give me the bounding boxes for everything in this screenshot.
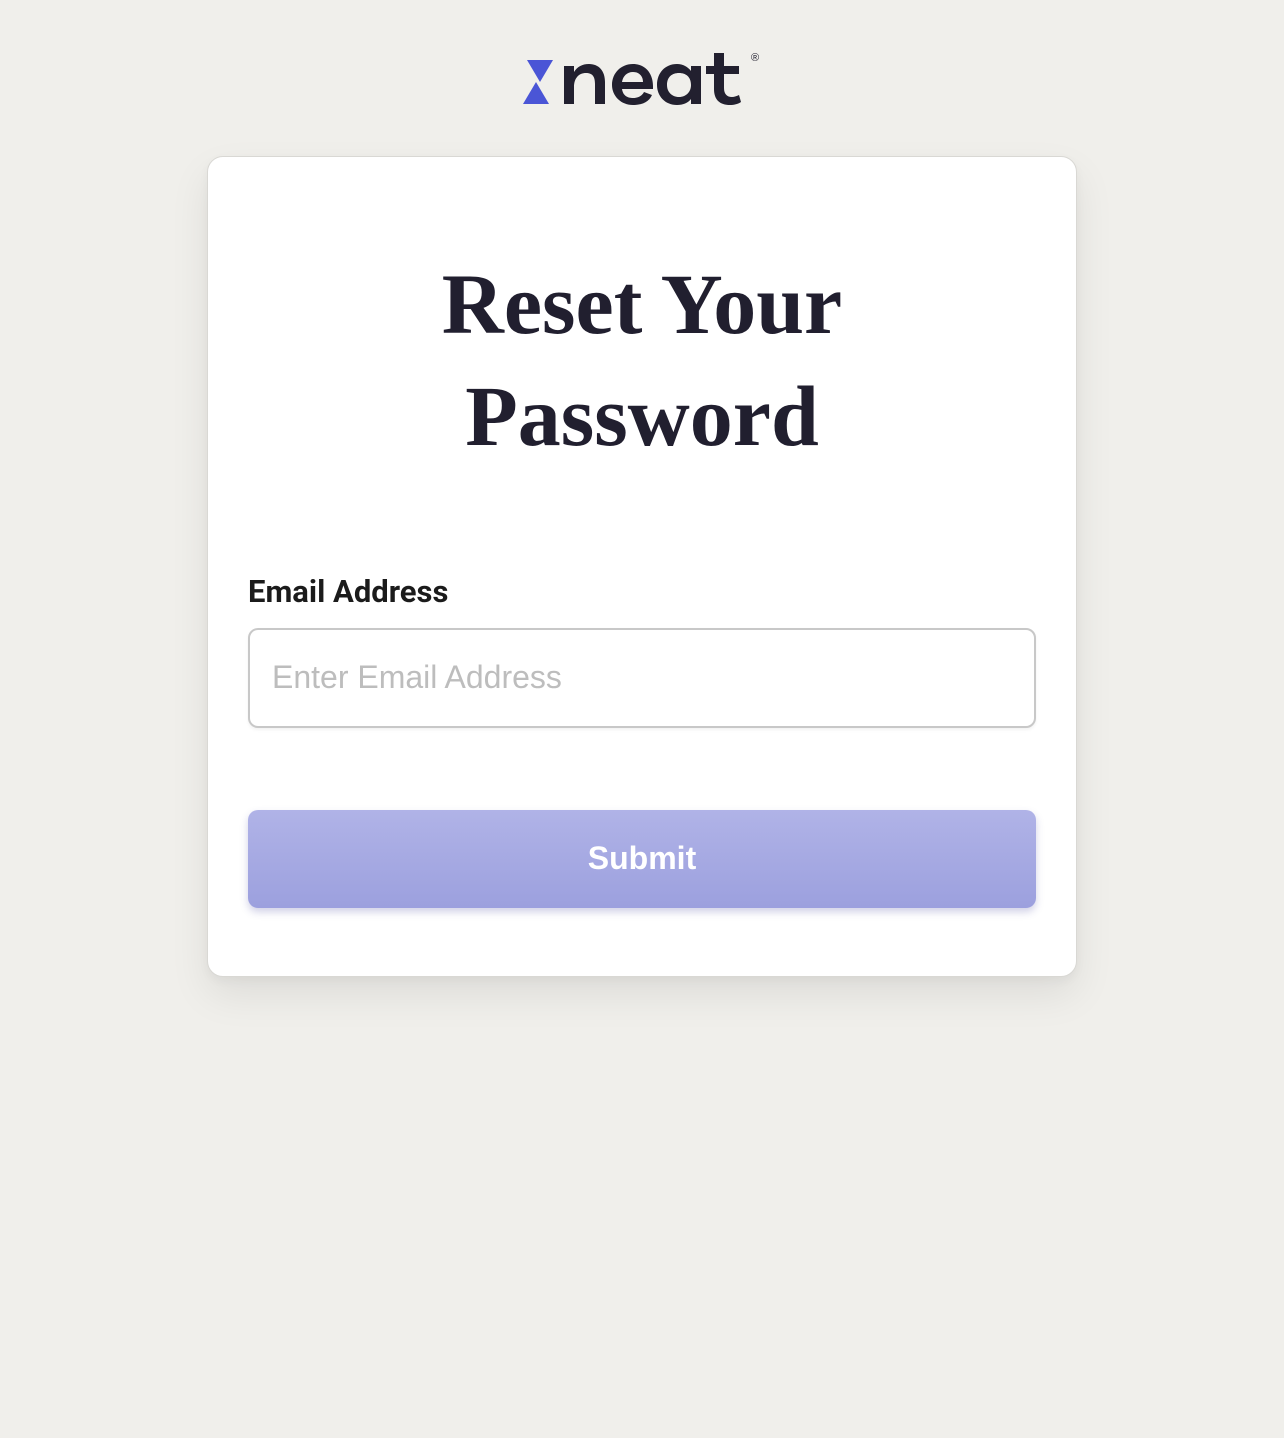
- submit-button[interactable]: Submit: [248, 810, 1036, 908]
- email-field-group: Email Address Submit: [248, 573, 1036, 908]
- reset-password-card: Reset Your Password Email Address Submit: [207, 156, 1077, 977]
- page-title: Reset Your Password: [292, 249, 992, 473]
- svg-text:®: ®: [751, 52, 759, 64]
- brand-logo: ®: [520, 46, 764, 116]
- email-label: Email Address: [248, 573, 1036, 610]
- email-field[interactable]: [248, 628, 1036, 728]
